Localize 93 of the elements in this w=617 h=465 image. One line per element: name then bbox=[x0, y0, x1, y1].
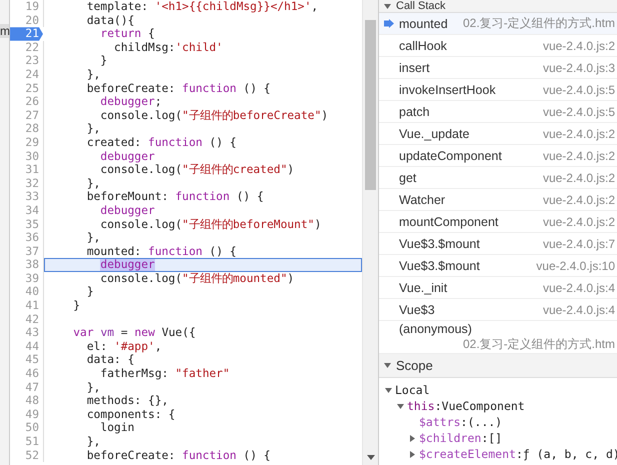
source-location[interactable]: vue-2.4.0.js:4 bbox=[542, 280, 615, 294]
source-location[interactable]: vue-2.4.0.js:2 bbox=[542, 214, 615, 228]
call-stack-header[interactable]: Call Stack bbox=[379, 0, 617, 13]
code-line: console.log("子组件的beforeMount") bbox=[99, 218, 322, 232]
code-line: components: { bbox=[86, 408, 176, 422]
code-line: return { bbox=[99, 27, 156, 41]
function-name: Vue$3.$mount bbox=[399, 236, 480, 250]
call-frame[interactable]: Vue._update vue-2.4.0.js:2 bbox=[379, 123, 617, 145]
source-location[interactable]: vue-2.4.0.js:2 bbox=[542, 148, 615, 162]
call-frame[interactable]: Vue$3.$mount vue-2.4.0.js:10 bbox=[379, 255, 617, 277]
code-line: el: '#app', bbox=[86, 340, 163, 354]
scroll-down-icon[interactable] bbox=[367, 455, 375, 460]
code-line: mounted: function () { bbox=[86, 244, 238, 258]
call-frame[interactable]: patch vue-2.4.0.js:5 bbox=[379, 101, 617, 123]
function-name: Vue._update bbox=[399, 126, 470, 140]
scope-name: Local bbox=[395, 383, 430, 397]
source-location[interactable]: vue-2.4.0.js:4 bbox=[542, 302, 615, 316]
property-entry: $attrs:(...) bbox=[419, 415, 502, 429]
function-name: (anonymous) bbox=[399, 322, 472, 336]
property-entry: $children:[] bbox=[419, 431, 502, 445]
call-frame[interactable]: Vue._init vue-2.4.0.js:4 bbox=[379, 277, 617, 299]
function-name: Vue$3.$mount bbox=[399, 258, 480, 272]
code-line: console.log("子组件的mounted") bbox=[99, 272, 296, 286]
call-frame[interactable]: Vue$3.$mount vue-2.4.0.js:7 bbox=[379, 233, 617, 255]
code-line: } bbox=[99, 54, 108, 68]
source-location[interactable]: vue-2.4.0.js:2 bbox=[542, 170, 615, 184]
source-location[interactable]: vue-2.4.0.js:5 bbox=[542, 104, 615, 118]
section-title: Scope bbox=[396, 358, 433, 373]
code-line: debugger bbox=[99, 204, 156, 218]
code-line: }, bbox=[86, 176, 102, 190]
scrollbar-thumb[interactable] bbox=[365, 20, 376, 190]
code-line: console.log("子组件的beforeCreate") bbox=[99, 108, 330, 122]
code-line: } bbox=[72, 299, 82, 313]
code-line: debugger; bbox=[99, 95, 163, 109]
call-frame[interactable]: insert vue-2.4.0.js:3 bbox=[379, 57, 617, 79]
function-name: mounted bbox=[399, 16, 448, 30]
code-line: } bbox=[86, 285, 95, 300]
code-line: created: function () { bbox=[86, 136, 238, 150]
scrollbar[interactable] bbox=[362, 0, 378, 465]
code-line: methods: {}, bbox=[86, 394, 170, 408]
function-name: Watcher bbox=[399, 192, 446, 206]
function-name: Vue$3 bbox=[399, 302, 435, 316]
code-line: beforeCreate: function () { bbox=[86, 448, 272, 462]
code-line: template: '<h1>{{childMsg}}</h1>', bbox=[86, 0, 320, 14]
source-location[interactable]: vue-2.4.0.js:2 bbox=[542, 192, 615, 206]
function-name: mountComponent bbox=[399, 214, 498, 228]
call-frame[interactable]: Vue$3 vue-2.4.0.js:4 bbox=[379, 299, 617, 321]
code-line: data(){ bbox=[86, 14, 136, 28]
source-location[interactable]: 02.复习-定义组件的方式.htm bbox=[379, 336, 615, 352]
code-line: beforeMount: function () { bbox=[86, 190, 265, 204]
panel-tab[interactable]: m bbox=[0, 24, 9, 38]
breakpoint-marker[interactable]: 21 bbox=[10, 27, 43, 41]
collapsed-triangle-icon[interactable] bbox=[409, 450, 416, 458]
function-name: insert bbox=[399, 60, 430, 74]
call-frame[interactable]: get vue-2.4.0.js:2 bbox=[379, 167, 617, 189]
function-name: updateComponent bbox=[399, 148, 502, 162]
code-line: }, bbox=[86, 435, 102, 449]
function-name: patch bbox=[399, 104, 430, 118]
call-frame[interactable]: Watcher vue-2.4.0.js:2 bbox=[379, 189, 617, 211]
code-line: console.log("子组件的created") bbox=[99, 163, 296, 177]
source-location[interactable]: vue-2.4.0.js:3 bbox=[542, 60, 615, 74]
code-line: debugger bbox=[99, 150, 156, 164]
code-line: beforeCreate: function () { bbox=[86, 82, 272, 96]
source-location[interactable]: vue-2.4.0.js:5 bbox=[542, 82, 615, 96]
code-line: login bbox=[99, 421, 136, 435]
function-name: invokeInsertHook bbox=[399, 82, 496, 96]
scope-header[interactable]: Scope bbox=[379, 354, 617, 378]
code-line: fatherMsg: "father" bbox=[99, 367, 231, 381]
collapsed-triangle-icon[interactable] bbox=[409, 434, 416, 442]
section-title: Call Stack bbox=[396, 0, 446, 12]
call-frame[interactable]: mounted 02.复习-定义组件的方式.htm bbox=[379, 13, 617, 35]
property-entry: this:VueComponent bbox=[407, 399, 525, 413]
code-line: childMsg:'child' bbox=[113, 40, 224, 54]
function-name: Vue._init bbox=[399, 280, 448, 294]
code-line: }, bbox=[86, 380, 102, 394]
source-location[interactable]: vue-2.4.0.js:2 bbox=[542, 38, 615, 52]
code-line: }, bbox=[86, 231, 102, 245]
source-location[interactable]: vue-2.4.0.js:7 bbox=[542, 236, 615, 250]
source-location[interactable]: vue-2.4.0.js:10 bbox=[536, 258, 615, 272]
call-frame[interactable]: callHook vue-2.4.0.js:2 bbox=[379, 35, 617, 57]
call-frame[interactable]: invokeInsertHook vue-2.4.0.js:5 bbox=[379, 79, 617, 101]
code-line: }, bbox=[86, 68, 102, 82]
call-frame[interactable]: updateComponent vue-2.4.0.js:2 bbox=[379, 145, 617, 167]
current-frame-arrow-icon bbox=[384, 19, 394, 28]
expanded-triangle-icon[interactable] bbox=[385, 386, 392, 394]
function-name: callHook bbox=[399, 38, 447, 52]
code-line: var vm = new Vue({ bbox=[72, 326, 197, 340]
source-location[interactable]: vue-2.4.0.js:2 bbox=[542, 126, 615, 140]
code-line: }, bbox=[86, 122, 102, 136]
call-frame[interactable]: mountComponent vue-2.4.0.js:2 bbox=[379, 211, 617, 233]
expanded-triangle-icon[interactable] bbox=[397, 402, 404, 410]
function-name: get bbox=[399, 170, 416, 184]
code-line: data: { bbox=[86, 353, 136, 368]
